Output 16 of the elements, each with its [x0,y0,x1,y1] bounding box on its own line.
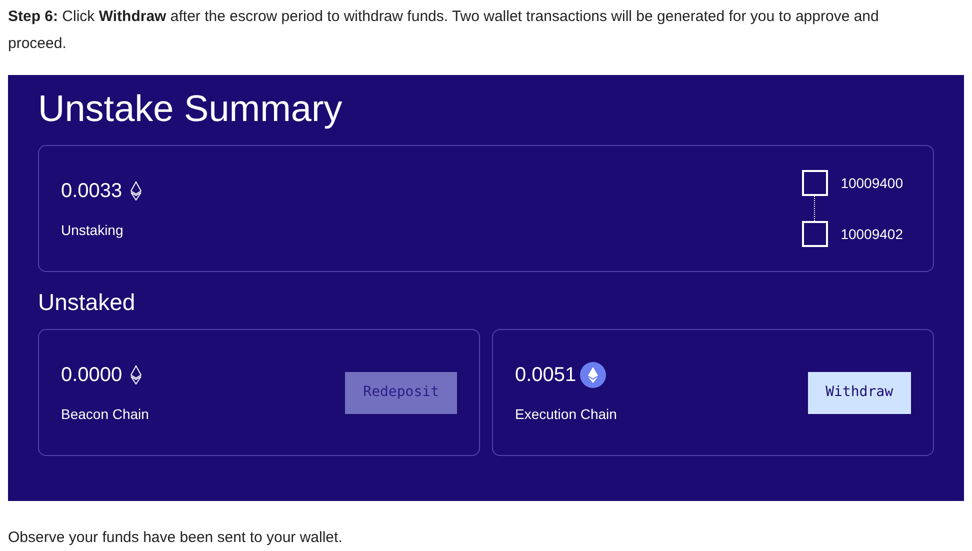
block-number: 10009400 [840,174,903,192]
card-label: Unstaking [61,221,124,240]
block-number: 10009402 [840,224,903,244]
footer-text: Observe your funds have been sent to your wallet. [7,528,344,548]
amount: 0.0000 [61,363,122,388]
ethereum-icon [580,362,606,388]
panel-title: Unstake Summary [38,87,344,131]
section-title: Unstaked [38,288,136,317]
ethereum-icon [130,181,142,201]
card-label: Beacon Chain [61,405,149,424]
amount: 0.0033 [61,179,122,204]
card-label: Execution Chain [515,405,617,424]
amount: 0.0051 [515,363,576,388]
instruction-paragraph: Step 6: Click Withdraw after the escrow period to withdraw funds. Two wallet transactions will be generated for you to approve and proceed. [7,7,880,54]
ethereum-icon [130,365,142,385]
withdraw-button[interactable]: Withdraw [808,372,911,414]
